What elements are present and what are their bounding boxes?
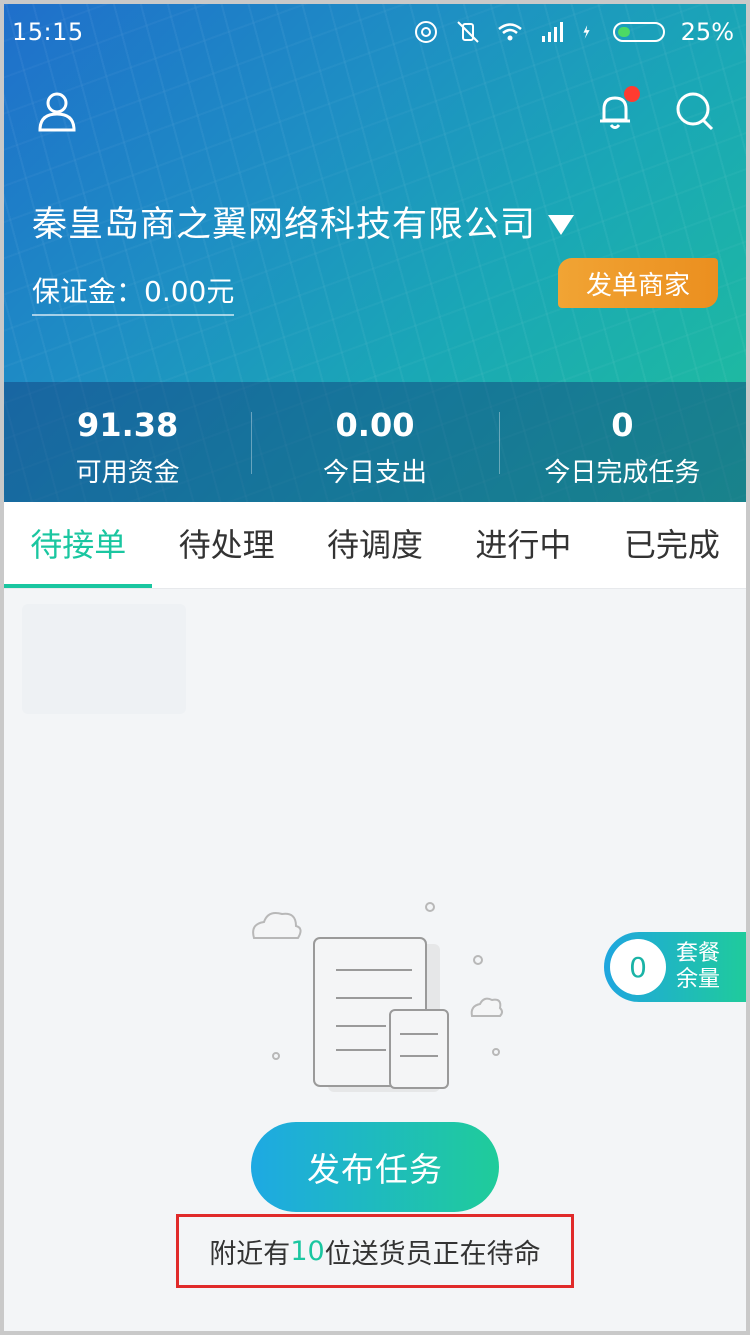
- battery-percent: 25%: [680, 18, 734, 46]
- stat-value: 0: [611, 406, 634, 444]
- stat-value: 91.38: [77, 406, 179, 444]
- vibrate-off-icon: [456, 21, 479, 43]
- package-label: 套餐 余量: [676, 941, 720, 993]
- nearby-prefix: 附近有: [209, 1238, 291, 1270]
- stats-bar: 91.38 可用资金 0.00 今日支出 0 今日完成任务: [4, 382, 746, 502]
- deposit-link[interactable]: 保证金：0.00元: [32, 270, 235, 316]
- stat-today-completed[interactable]: 0 今日完成任务: [498, 382, 746, 502]
- notification-badge: [624, 86, 640, 102]
- header-banner: 15:15 25% 秦皇岛商之翼网络科技有限公司 保证金：0.00元 发单商家 …: [4, 4, 746, 502]
- battery-icon: [612, 22, 665, 42]
- stat-label: 可用资金: [75, 458, 180, 488]
- search-icon: [676, 92, 714, 131]
- profile-icon: [38, 92, 76, 132]
- package-label-line2: 余量: [676, 967, 721, 992]
- company-name: 秦皇岛商之翼网络科技有限公司: [32, 205, 537, 245]
- tab-pending-accept[interactable]: 待接单: [4, 502, 153, 588]
- profile-button[interactable]: [34, 88, 80, 134]
- stat-today-spend[interactable]: 0.00 今日支出: [251, 382, 498, 502]
- tab-in-progress[interactable]: 进行中: [449, 502, 597, 588]
- search-button[interactable]: [672, 88, 718, 134]
- tab-pending-process[interactable]: 待处理: [152, 502, 300, 588]
- package-count: 0: [610, 939, 666, 995]
- publish-task-button[interactable]: 发布任务: [251, 1122, 499, 1212]
- nearby-couriers-notice: 附近有 10 位送货员正在待命: [176, 1214, 574, 1288]
- wifi-icon: [497, 23, 522, 41]
- dropdown-triangle-icon: [548, 214, 575, 235]
- stat-label: 今日支出: [322, 458, 427, 488]
- status-icons: 25%: [413, 18, 734, 46]
- notifications-button[interactable]: [592, 86, 640, 134]
- placeholder-block: [22, 604, 186, 714]
- stat-label: 今日完成任务: [544, 458, 701, 488]
- stat-available-funds[interactable]: 91.38 可用资金: [4, 382, 251, 502]
- nearby-count: 10: [290, 1235, 325, 1267]
- charging-icon: [583, 25, 590, 39]
- hotspot-icon: [414, 21, 437, 43]
- package-balance-widget[interactable]: 0 套餐 余量: [604, 932, 746, 1002]
- nearby-suffix: 位送货员正在待命: [324, 1238, 541, 1270]
- empty-orders-illustration: [252, 902, 503, 1092]
- header-toolbar: [4, 86, 746, 144]
- status-bar: 15:15 25%: [4, 4, 746, 64]
- status-time: 15:15: [12, 18, 84, 46]
- tab-completed[interactable]: 已完成: [598, 502, 746, 588]
- company-selector[interactable]: 秦皇岛商之翼网络科技有限公司: [32, 196, 575, 247]
- package-label-line1: 套餐: [676, 941, 721, 966]
- tab-pending-dispatch[interactable]: 待调度: [301, 502, 449, 588]
- merchant-button[interactable]: 发单商家: [558, 258, 718, 308]
- app-screen: 15:15 25% 秦皇岛商之翼网络科技有限公司 保证金：0.00元 发单商家 …: [0, 0, 750, 1335]
- order-tabs: 待接单 待处理 待调度 进行中 已完成: [4, 502, 746, 589]
- signal-icon: [541, 22, 563, 42]
- stat-value: 0.00: [335, 406, 415, 444]
